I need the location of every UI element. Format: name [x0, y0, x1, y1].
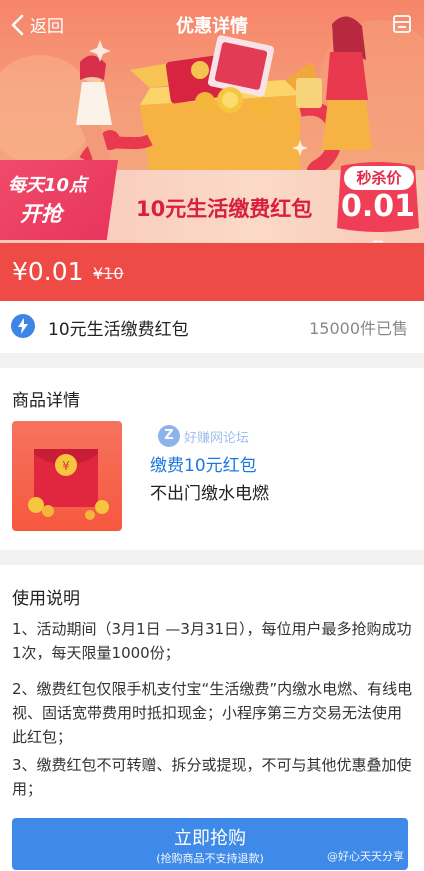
original-price: ¥10 — [93, 264, 124, 283]
product-thumbnail: ¥ — [12, 421, 122, 531]
seckill-price-value: 0.01 — [340, 189, 416, 224]
menu-icon — [393, 15, 411, 33]
instruction-item: 1、活动期间（3月1日 —3月31日），每位用户最多抢购成功1次，每天限量100… — [12, 620, 412, 662]
lightning-icon — [11, 314, 35, 338]
sold-count: 15000件已售 — [309, 319, 408, 338]
red-envelope-image: ¥ — [28, 449, 109, 520]
seckill-label: 秒杀价 — [344, 166, 414, 190]
detail-line2: 不出门缴水电燃 — [150, 484, 269, 504]
nav-bar: 返回 优惠详情 — [0, 0, 424, 50]
instructions-title: 使用说明 — [12, 589, 80, 609]
watermark-text: 好赚网论坛 — [184, 430, 250, 446]
promo-banner: 每天10点 开抢 10元生活缴费红包 秒杀价 0.01元 返回 优惠详情 — [0, 0, 424, 243]
daily-line1: 每天10点 — [8, 175, 88, 196]
current-price: ¥0.01 — [12, 257, 84, 286]
instruction-item: 2、缴费红包仅限手机支付宝“生活缴费”内缴水电燃、有线电视、固话宽带费用时抵扣现… — [12, 680, 413, 746]
page-title: 优惠详情 — [176, 16, 248, 37]
watermark-logo-icon: Z — [158, 425, 180, 447]
detail-line1: 缴费10元红包 — [150, 456, 257, 476]
weibo-credit: @好心天天分享 — [327, 850, 404, 863]
product-name: 10元生活缴费红包 — [48, 320, 189, 340]
menu-button[interactable] — [392, 14, 412, 34]
svg-text:¥: ¥ — [62, 459, 70, 473]
seckill-price: 0.01元 — [338, 189, 418, 243]
forum-watermark: Z 好赚网论坛 — [158, 425, 249, 447]
daily-tag-text: 每天10点 开抢 — [8, 172, 87, 228]
daily-line2: 开抢 — [20, 202, 62, 226]
instruction-item: 3、缴费红包不可转赠、拆分或提现，不可与其他优惠叠加使用； — [12, 756, 412, 798]
promo-name: 10元生活缴费红包 — [136, 197, 313, 221]
buy-now-label: 立即抢购 — [174, 828, 246, 849]
details-title: 商品详情 — [12, 391, 80, 411]
